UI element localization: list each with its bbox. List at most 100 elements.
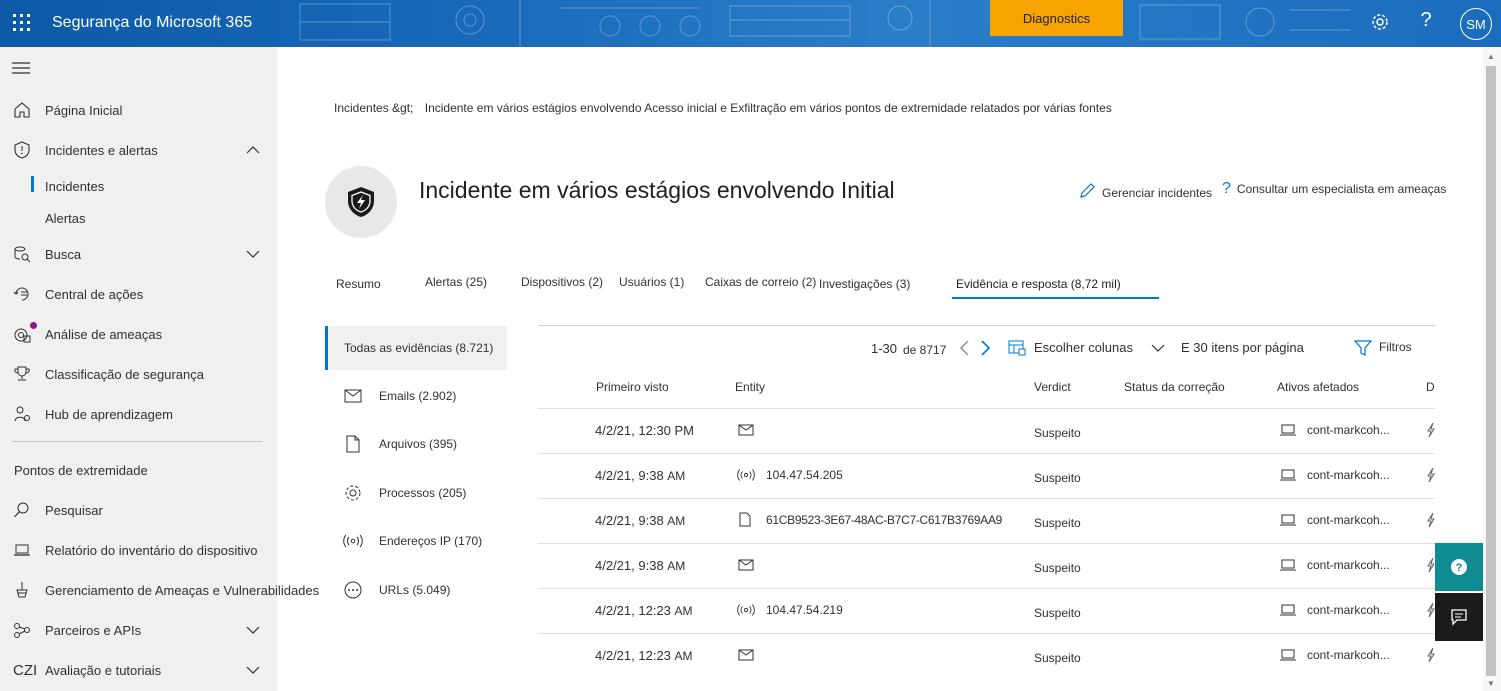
pencil-icon <box>1080 183 1095 198</box>
evidence-filter-urls[interactable]: URLs (5.049) <box>325 568 507 612</box>
column-header-entity[interactable]: Entity <box>735 380 765 394</box>
laptop-icon <box>1280 469 1296 481</box>
question-icon: ? <box>1222 180 1231 197</box>
asset-cell[interactable]: cont-markcoh... <box>1307 423 1390 437</box>
sidebar-item-partners-apis[interactable]: Parceiros e APIs <box>0 617 277 643</box>
scroll-down-arrow[interactable]: ▼ <box>1487 679 1495 688</box>
column-header-first-seen[interactable]: Primeiro visto <box>596 380 669 394</box>
help-icon[interactable]: ? <box>1416 9 1436 33</box>
first-seen-cell: 4/2/21, 12:23 AM <box>595 603 693 618</box>
laptop-icon <box>1280 559 1296 571</box>
asset-cell[interactable]: cont-markcoh... <box>1307 468 1390 482</box>
column-header-more[interactable]: D <box>1426 380 1435 394</box>
chevron-up-icon[interactable] <box>246 143 260 157</box>
entity-cell[interactable]: 104.47.54.205 <box>766 468 843 482</box>
evidence-filter-files[interactable]: Arquivos (395) <box>325 422 507 466</box>
sidebar-item-threat-analytics[interactable]: Análise de ameaças <box>0 321 277 347</box>
gear-icon[interactable] <box>1370 12 1390 32</box>
sidebar-item-label: Parceiros e APIs <box>45 622 142 638</box>
evidence-filter-processes[interactable]: Processos (205) <box>325 471 507 515</box>
entity-cell[interactable]: 104.47.54.219 <box>766 603 843 617</box>
tab-alerts[interactable]: Alertas (25) <box>425 275 487 289</box>
tab-users[interactable]: Usuários (1) <box>619 275 684 289</box>
app-title[interactable]: Segurança do Microsoft 365 <box>52 14 252 32</box>
chevron-right-icon[interactable] <box>980 339 992 357</box>
evidence-filter-emails[interactable]: Emails (2.902) <box>325 374 507 418</box>
verdict-cell: Suspeito <box>1034 606 1081 620</box>
waffle-icon[interactable] <box>12 13 32 33</box>
sidebar-subitem-alerts[interactable]: Alertas <box>45 211 85 226</box>
hamburger-icon[interactable] <box>12 61 30 75</box>
table-row[interactable]: 4/2/21, 12:30 PM Suspeito cont-markcoh..… <box>538 408 1435 453</box>
mail-icon <box>738 649 754 661</box>
scrollbar-thumb[interactable] <box>1486 66 1496 676</box>
chevron-down-icon[interactable] <box>246 623 260 637</box>
incident-icon-badge <box>325 166 397 238</box>
sidebar-item-incidents-alerts[interactable]: Incidentes e alertas <box>0 137 277 163</box>
columns-icon <box>1008 340 1026 356</box>
ip-icon <box>343 531 363 551</box>
table-row[interactable]: 4/2/21, 12:23 AM Suspeito cont-markcoh..… <box>538 633 1435 678</box>
chevron-down-icon[interactable] <box>246 663 260 677</box>
table-row[interactable]: 4/2/21, 9:38 AM Suspeito cont-markcoh... <box>538 543 1435 588</box>
help-fab-button[interactable]: ? <box>1435 543 1483 591</box>
manage-incidents-button[interactable]: Gerenciar incidentes <box>1078 182 1212 200</box>
asset-cell[interactable]: cont-markcoh... <box>1307 558 1390 572</box>
choose-columns-label: Escolher colunas <box>1034 340 1133 355</box>
chevron-down-icon <box>1151 344 1165 352</box>
choose-columns-button[interactable]: Escolher colunas <box>1008 337 1168 359</box>
diagnostics-button[interactable]: Diagnostics <box>990 0 1123 36</box>
column-header-remediation-status[interactable]: Status da correção <box>1124 380 1225 394</box>
tab-evidence-response[interactable]: Evidência e resposta (8,72 mil) <box>956 277 1121 291</box>
notification-dot <box>30 322 37 329</box>
selection-indicator <box>31 176 34 192</box>
consult-expert-label: Consultar um especialista em ameaças <box>1236 182 1447 196</box>
entity-cell[interactable]: 61CB9523-3E67-48AC-B7C7-C617B3769AA9 <box>766 513 1002 527</box>
tvm-icon <box>12 580 32 600</box>
table-row[interactable]: 4/2/21, 9:38 AM 104.47.54.205 Suspeito c… <box>538 453 1435 498</box>
breadcrumb-root[interactable]: Incidentes &gt; <box>334 101 413 115</box>
sidebar-subitem-incidents[interactable]: Incidentes <box>45 179 104 194</box>
sidebar-item-learning-hub[interactable]: Hub de aprendizagem <box>0 401 277 427</box>
sidebar-item-search[interactable]: Pesquisar <box>0 497 277 523</box>
asset-cell[interactable]: cont-markcoh... <box>1307 603 1390 617</box>
sidebar-item-secure-score[interactable]: Classificação de segurança <box>0 361 277 387</box>
column-header-verdict[interactable]: Verdict <box>1034 380 1071 394</box>
sidebar-item-evaluation[interactable]: CZI Avaliação e tutoriais <box>0 657 277 683</box>
shield-icon <box>12 140 32 160</box>
asset-cell[interactable]: cont-markcoh... <box>1307 513 1390 527</box>
filters-label: Filtros <box>1379 340 1412 354</box>
evidence-filter-ip[interactable]: Endereços IP (170) <box>325 519 507 563</box>
sidebar-item-home[interactable]: Página Inicial <box>0 97 277 123</box>
sidebar-item-device-inventory[interactable]: Relatório do inventário do dispositivo <box>0 537 277 563</box>
evidence-filter-all[interactable]: Todas as evidências (8.721) <box>325 326 507 370</box>
scroll-up-arrow[interactable]: ▲ <box>1487 52 1495 61</box>
chevron-down-icon[interactable] <box>246 247 260 261</box>
sidebar: Página Inicial Incidentes e alertas Inci… <box>0 47 319 691</box>
sidebar-item-action-center[interactable]: Central de ações <box>0 281 277 307</box>
file-icon <box>739 512 751 527</box>
tab-summary[interactable]: Resumo <box>336 277 381 291</box>
tab-investigations[interactable]: Investigações (3) <box>819 277 910 291</box>
table-row[interactable]: 4/2/21, 12:23 AM 104.47.54.219 Suspeito … <box>538 588 1435 633</box>
items-per-page-selector[interactable]: E 30 itens por página <box>1181 340 1304 355</box>
trophy-icon <box>12 364 32 384</box>
shield-lightning-icon <box>348 187 374 217</box>
pagination-total: de 8717 <box>903 343 947 357</box>
sidebar-item-hunting[interactable]: Busca <box>0 241 277 267</box>
verdict-cell: Suspeito <box>1034 516 1081 530</box>
filters-button[interactable]: Filtros <box>1354 337 1424 359</box>
tab-devices[interactable]: Dispositivos (2) <box>521 275 603 289</box>
ip-icon <box>737 604 755 616</box>
sidebar-item-label: Classificação de segurança <box>45 366 204 382</box>
column-header-impacted-assets[interactable]: Ativos afetados <box>1277 380 1359 394</box>
consult-expert-button[interactable]: ? Consultar um especialista em ameaças <box>1222 180 1446 198</box>
chevron-left-icon[interactable] <box>958 339 970 357</box>
feedback-fab-button[interactable] <box>1435 593 1483 641</box>
evidence-filter-label: URLs (5.049) <box>379 583 451 597</box>
asset-cell[interactable]: cont-markcoh... <box>1307 648 1390 662</box>
tab-mailboxes[interactable]: Caixas de correio (2) <box>705 275 816 289</box>
table-row[interactable]: 4/2/21, 9:38 AM 61CB9523-3E67-48AC-B7C7-… <box>538 498 1435 543</box>
avatar[interactable]: SM <box>1460 8 1492 40</box>
sidebar-item-tvm[interactable]: Gerenciamento de Ameaças e Vulnerabilida… <box>0 577 319 603</box>
